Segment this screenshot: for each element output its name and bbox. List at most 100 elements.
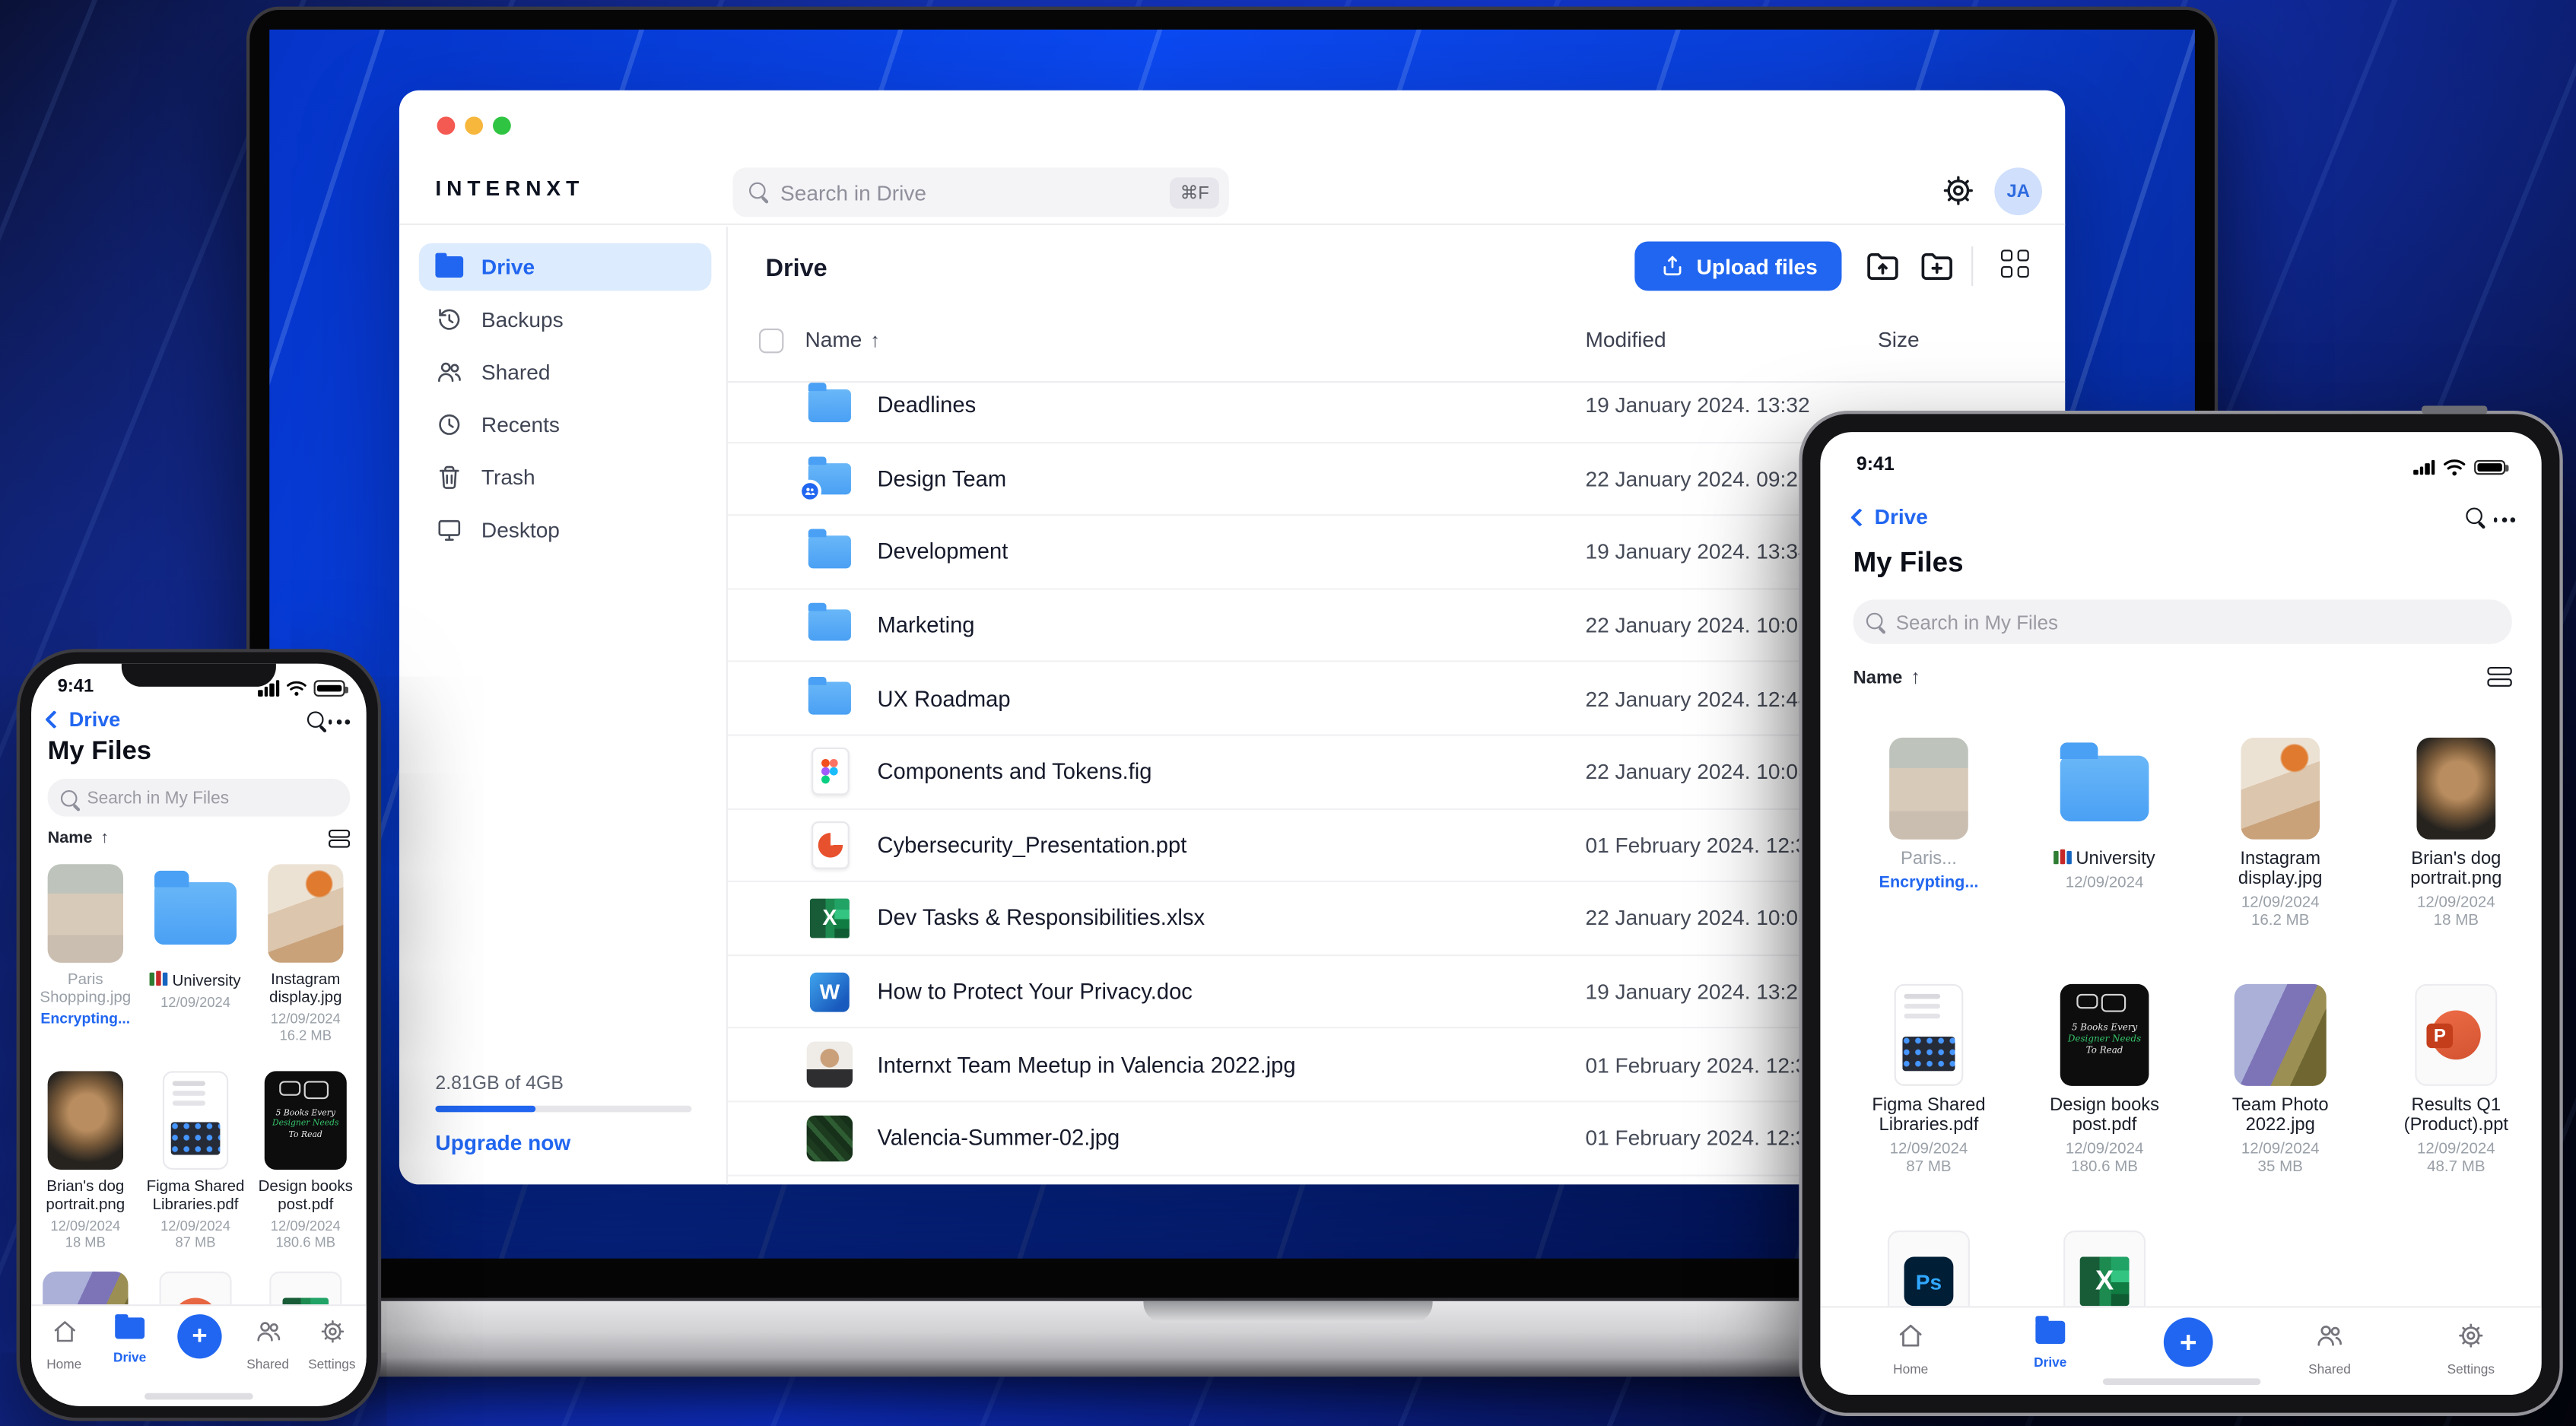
shared-people-icon	[435, 358, 463, 386]
grid-item[interactable]: University 12/09/2024	[146, 864, 245, 1010]
grid-view-button[interactable]	[2001, 249, 2029, 278]
status-icons	[2413, 459, 2509, 477]
nav-label: Settings	[308, 1357, 356, 1372]
nav-label: Settings	[2447, 1361, 2495, 1377]
upload-folder-button[interactable]	[1863, 246, 1903, 286]
more-options-button[interactable]	[2493, 517, 2516, 522]
upgrade-link[interactable]: Upgrade now	[435, 1130, 691, 1154]
pdf-thumbnail: 5 Books Every Designer Needs To Read	[2060, 983, 2149, 1086]
file-name: Paris Shopping.jpg	[40, 970, 132, 1008]
status-time: 9:41	[1856, 455, 1895, 475]
shared-badge-icon	[798, 480, 822, 503]
wifi-icon	[2444, 459, 2466, 476]
settings-gear-button[interactable]	[1940, 173, 1977, 209]
back-label: Drive	[68, 708, 121, 732]
monitor-icon	[435, 516, 463, 544]
grid-item[interactable]: Figma Shared Libraries.pdf 12/09/2024 87 …	[146, 1071, 245, 1250]
grid-item[interactable]: 5 Books Every Designer Needs To Read Des…	[256, 1071, 355, 1250]
search-input[interactable]	[1895, 610, 2499, 634]
grid-item[interactable]: Figma Shared Libraries.pdf 12/09/2024 87 …	[1850, 983, 2007, 1177]
nav-home[interactable]: Home	[31, 1317, 97, 1372]
more-options-button[interactable]	[328, 719, 351, 725]
add-button[interactable]: +	[177, 1314, 222, 1359]
sidebar-item-label: Backups	[481, 306, 564, 332]
phone-device: 9:41 Drive My Files Name↑	[16, 649, 382, 1421]
search-bar[interactable]	[47, 778, 351, 817]
folder-icon	[807, 602, 853, 648]
column-modified[interactable]: Modified	[1585, 327, 1666, 351]
sidebar-item-label: Recents	[481, 412, 560, 437]
grid-item[interactable]: Brian's dog portrait.png 12/09/2024 18 MB	[37, 1071, 135, 1250]
drive-search-bar[interactable]: ⌘F	[732, 167, 1229, 218]
add-button[interactable]: +	[2163, 1317, 2213, 1367]
tablet-power-button	[2421, 405, 2488, 414]
grid-item[interactable]: Team Photo 2022.jpg 12/09/2024 35 MB	[2202, 983, 2359, 1177]
grid-item[interactable]: Paris... Encrypting...	[1850, 737, 2007, 892]
storage-progress-fill	[435, 1104, 535, 1113]
grid-item[interactable]: Paris Shopping.jpg Encrypting...	[37, 864, 135, 1027]
list-view-toggle[interactable]	[2487, 667, 2512, 687]
file-date: 12/09/2024 35 MB	[2241, 1140, 2320, 1177]
internxt-logo: INTERNXT	[435, 176, 585, 201]
file-name: Marketing	[877, 612, 975, 638]
laptop-lid-notch	[1143, 1301, 1433, 1323]
file-name: Team Photo 2022.jpg	[2231, 1095, 2329, 1135]
file-modified: 22 January 2024. 10:0	[1585, 612, 1798, 638]
file-name: Internxt Team Meetup in Valencia 2022.jp…	[877, 1052, 1296, 1078]
nav-home[interactable]: Home	[1873, 1321, 1949, 1377]
sidebar-item-drive[interactable]: Drive	[418, 243, 712, 291]
grid-item[interactable]: Instagram display.jpg 12/09/2024 16.2 MB	[2202, 737, 2359, 930]
nav-settings[interactable]: Settings	[2430, 1321, 2512, 1377]
select-all-checkbox[interactable]	[758, 329, 784, 354]
photo-thumbnail	[806, 1041, 853, 1088]
file-name: Design Team	[877, 466, 1007, 491]
search-input[interactable]	[87, 787, 337, 808]
nav-drive[interactable]: Drive	[2012, 1316, 2088, 1370]
search-bar[interactable]	[1853, 599, 2512, 644]
column-name[interactable]: Name ↑	[805, 327, 880, 351]
books-emoji-icon	[2053, 849, 2071, 865]
file-modified: 01 February 2024. 12:3	[1585, 1126, 1808, 1151]
page-title: My Files	[47, 737, 152, 766]
grid-item[interactable]: P Results Q1 (Product).ppt 12/09/2024 48.…	[2377, 983, 2535, 1177]
back-label: Drive	[1874, 504, 1928, 529]
file-name: University	[2025, 849, 2183, 869]
file-name: University	[146, 970, 245, 991]
sort-by-name[interactable]: Name ↑	[1853, 665, 1920, 688]
sidebar-item-recents[interactable]: Recents	[419, 401, 711, 449]
sort-by-name[interactable]: Name ↑	[48, 830, 109, 848]
avatar[interactable]: JA	[1994, 167, 2043, 215]
grid-item[interactable]: University 12/09/2024	[2025, 738, 2183, 892]
photo-thumbnail	[2416, 737, 2496, 840]
file-name: Components and Tokens.fig	[877, 759, 1152, 784]
nav-shared[interactable]: Shared	[2292, 1321, 2367, 1377]
file-date: 12/09/2024 87 MB	[1889, 1140, 1968, 1177]
powerpoint-file-icon: P	[2415, 983, 2498, 1086]
column-size[interactable]: Size	[1878, 327, 1920, 351]
sidebar-item-desktop[interactable]: Desktop	[419, 506, 711, 554]
file-date: 12/09/2024	[160, 993, 230, 1011]
back-button[interactable]: Drive	[45, 708, 121, 732]
photo-thumbnail	[268, 864, 344, 963]
glasses-graphic	[279, 1080, 329, 1099]
list-view-toggle[interactable]	[329, 829, 351, 848]
new-folder-button[interactable]	[1917, 246, 1957, 286]
file-name: Development	[877, 539, 1008, 564]
file-date: 12/09/2024 87 MB	[160, 1217, 230, 1250]
sidebar-item-backups[interactable]: Backups	[419, 296, 711, 344]
file-date: 12/09/2024 180.6 MB	[270, 1217, 341, 1250]
upload-files-button[interactable]: Upload files	[1634, 241, 1842, 291]
sidebar-item-shared[interactable]: Shared	[419, 348, 711, 396]
pdf-thumbnail: 5 Books Every Designer Needs To Read	[264, 1071, 347, 1170]
nav-shared[interactable]: Shared	[235, 1317, 300, 1372]
sidebar-item-trash[interactable]: Trash	[419, 453, 711, 501]
nav-drive[interactable]: Drive	[97, 1313, 162, 1365]
nav-label: Home	[1893, 1361, 1929, 1377]
grid-item[interactable]: Brian's dog portrait.png 12/09/2024 18 MB	[2377, 737, 2535, 930]
grid-item[interactable]: Instagram display.jpg 12/09/2024 16.2 MB	[256, 864, 355, 1043]
photo-thumbnail	[47, 864, 124, 963]
bottom-nav: Home Drive + Shared Settings	[31, 1304, 367, 1390]
search-input[interactable]	[780, 179, 1159, 205]
back-button[interactable]: Drive	[1850, 504, 1928, 529]
grid-item[interactable]: 5 Books Every Designer Needs To Read Des…	[2025, 983, 2183, 1177]
